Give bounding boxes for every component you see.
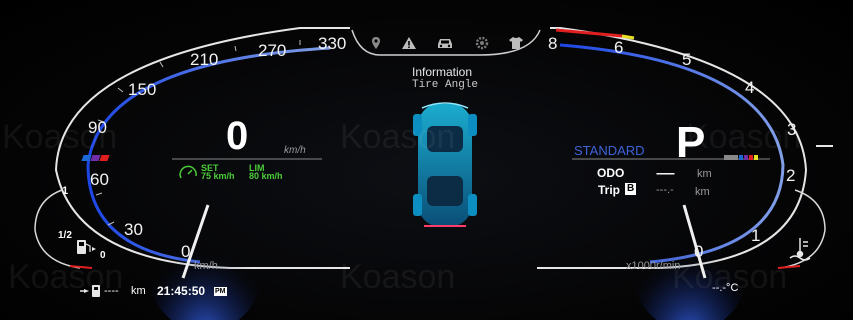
drive-mode: STANDARD	[574, 143, 645, 158]
cruise-control-icon	[179, 165, 197, 179]
rpm-scale-5: 5	[682, 50, 692, 69]
tachometer-warnline	[621, 34, 635, 40]
speed-scale-90: 90	[88, 118, 107, 137]
gear-indicator: P	[676, 118, 706, 167]
trip-label: Trip	[598, 183, 621, 197]
tachometer-glow	[630, 192, 750, 320]
odo-value: ------	[656, 166, 675, 180]
odo-unit: km	[697, 168, 712, 180]
info-panel-title: Information	[412, 65, 473, 79]
rpm-scale-8: 8	[548, 34, 558, 53]
fuel-gauge-arc	[34, 189, 81, 269]
rpm-scale-1: 1	[751, 226, 761, 245]
watermark-center: Koason	[340, 118, 456, 156]
info-panel-subtitle: Tire Angle	[412, 79, 479, 91]
car-icon[interactable]	[436, 36, 452, 50]
range-unit: km	[131, 285, 146, 297]
fuel-gauge-empty: 0	[100, 250, 106, 261]
trip-unit: km	[695, 186, 710, 198]
range-value: ----	[104, 285, 119, 297]
fuel-gauge-full: 1	[62, 185, 69, 197]
speedometer-dial-unit: km/h	[194, 260, 218, 272]
tachometer-redline	[555, 28, 623, 38]
rpm-scale-3: 3	[787, 120, 797, 139]
speed-scale-60: 60	[90, 170, 109, 189]
speed-scale-30: 30	[124, 220, 143, 239]
trip-id-badge: B	[625, 183, 637, 195]
gear-icon[interactable]	[474, 36, 490, 50]
location-pin-icon[interactable]	[368, 36, 384, 50]
speed-scale-270: 270	[258, 41, 287, 60]
speed-unit: km/h	[284, 145, 306, 156]
clock-ampm: PM	[214, 287, 227, 296]
speed-scale-150: 150	[128, 80, 157, 99]
fuel-gauge-half: 1/2	[58, 230, 72, 241]
rpm-scale-0: 0	[694, 242, 704, 261]
temp-gauge-arc	[779, 189, 826, 269]
instrument-cluster: Koason Koason Koason Koason Koason Koaso…	[0, 0, 853, 320]
watermark-bottom-center: Koason	[340, 258, 456, 296]
cruise-lim-value: 80 km/h	[249, 171, 283, 181]
outside-temperature: --.-°C	[712, 282, 739, 294]
speed-scale-210: 210	[190, 50, 219, 69]
tachometer-dial-unit: x1000r/min	[626, 260, 681, 272]
rpm-scale-4: 4	[745, 78, 755, 97]
speed-scale-330: 330	[318, 34, 347, 53]
fuel-pump-icon	[77, 240, 96, 254]
speed-value: 0	[226, 114, 249, 158]
cruise-set-value: 75 km/h	[201, 171, 235, 181]
oil-temperature-icon	[789, 238, 811, 261]
rpm-scale-2: 2	[786, 166, 796, 185]
rpm-scale-6: 6	[614, 38, 624, 57]
odo-label: ODO	[597, 166, 625, 180]
shirt-icon[interactable]	[508, 36, 524, 50]
clock-time: 21:45:50	[157, 284, 206, 298]
warning-triangle-icon[interactable]	[401, 36, 417, 50]
speed-scale-0: 0	[181, 242, 191, 261]
trip-value: ---.-	[656, 184, 674, 196]
